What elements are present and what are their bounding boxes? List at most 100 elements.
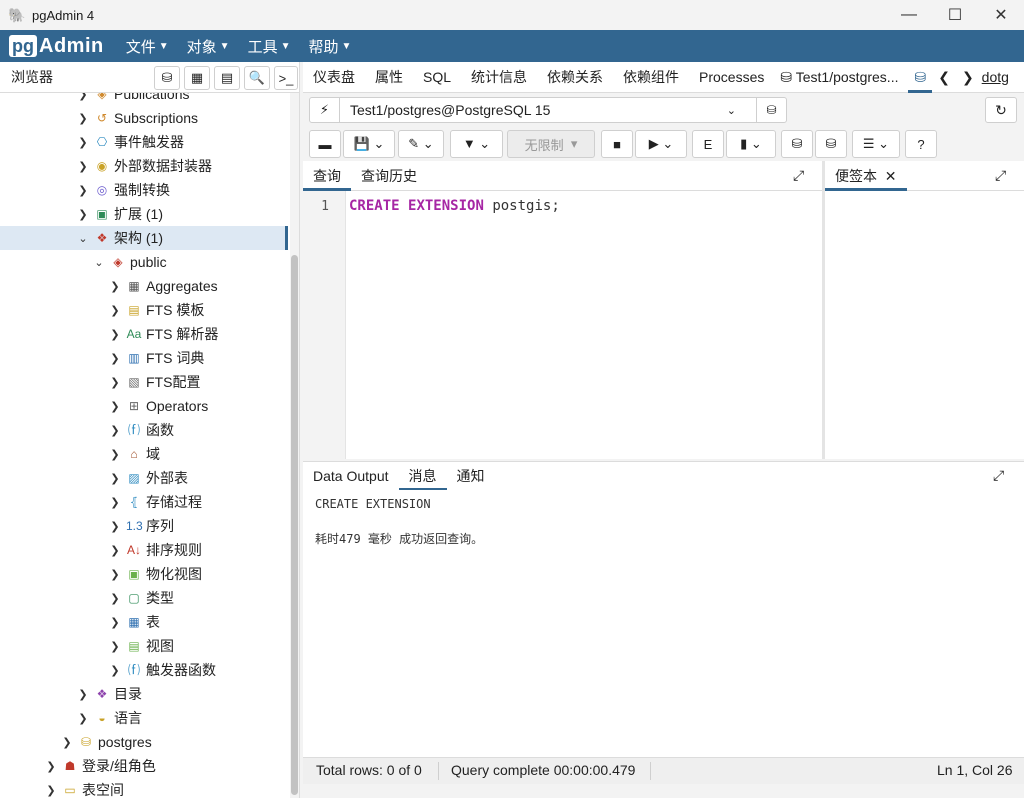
chevron-right-icon[interactable]: ❯ xyxy=(76,184,90,197)
menu-file[interactable]: 文件 ▼ xyxy=(126,36,169,57)
psql-terminal-icon[interactable]: >_ xyxy=(274,66,298,90)
chevron-right-icon[interactable]: ❯ xyxy=(108,520,122,533)
expand-icon[interactable]: ⤢ xyxy=(793,167,804,184)
chevron-right-icon[interactable]: ❯ xyxy=(108,400,122,413)
chevron-right-icon[interactable]: ❯ xyxy=(108,280,122,293)
table-filter-icon[interactable]: ▤ xyxy=(214,66,240,90)
database-icon[interactable]: ⛁ xyxy=(756,98,786,122)
chevron-right-icon[interactable]: ❯ xyxy=(76,136,90,149)
chevron-right-icon[interactable]: ❯ xyxy=(108,472,122,485)
tree-item[interactable]: ❯ ▨ 外部表 xyxy=(0,466,288,490)
tab-query-tool[interactable]: ⛁ Test1/postgres... xyxy=(774,62,908,93)
tab-dependents[interactable]: 依赖组件 xyxy=(613,62,689,93)
chevron-right-icon[interactable]: ❯ xyxy=(76,208,90,221)
macros-icon[interactable]: ☰ ⌄ xyxy=(852,130,900,158)
edit-icon[interactable]: ✎ ⌄ xyxy=(398,130,444,158)
tree-item[interactable]: ❯ ⛁ postgres xyxy=(0,730,288,754)
horizontal-scrollbar[interactable] xyxy=(303,784,1024,798)
chevron-right-icon[interactable]: ❯ xyxy=(76,688,90,701)
tab-statistics[interactable]: 统计信息 xyxy=(461,62,537,93)
maximize-button[interactable]: ☐ xyxy=(932,0,978,30)
tree-item[interactable]: ❯ ↺ Subscriptions xyxy=(0,106,288,130)
chevron-right-icon[interactable]: ❯ xyxy=(108,664,122,677)
search-icon[interactable]: 🔍 xyxy=(244,66,270,90)
close-window-button[interactable]: ✕ xyxy=(978,0,1024,30)
scrollbar-thumb[interactable] xyxy=(291,255,298,795)
save-file-icon[interactable]: 💾 ⌄ xyxy=(343,130,395,158)
tree-item[interactable]: ❯ ▭ 表空间 xyxy=(0,778,288,798)
sql-editor[interactable]: 1 CREATE EXTENSION postgis; xyxy=(303,191,822,459)
tabs-scroll-left-icon[interactable]: ❮ xyxy=(932,62,956,93)
tree-item[interactable]: ❯ A↓ 排序规则 xyxy=(0,538,288,562)
explain-icon[interactable]: E xyxy=(692,130,724,158)
explain-analyze-icon[interactable]: ▮ ⌄ xyxy=(726,130,776,158)
menu-tools[interactable]: 工具 ▼ xyxy=(248,36,291,57)
close-icon[interactable]: ✕ xyxy=(885,168,897,184)
tab-query[interactable]: 查询 xyxy=(303,161,351,191)
scratch-pad[interactable] xyxy=(825,191,1024,459)
tree-item[interactable]: ❯ Aa FTS 解析器 xyxy=(0,322,288,346)
tab-notifications[interactable]: 通知 xyxy=(447,462,495,491)
browser-scrollbar[interactable] xyxy=(290,93,299,798)
tab-dependencies[interactable]: 依赖关系 xyxy=(537,62,613,93)
menu-object[interactable]: 对象 ▼ xyxy=(187,36,230,57)
tab-data-output[interactable]: Data Output xyxy=(303,462,399,491)
tree-item[interactable]: ❯ ▣ 物化视图 xyxy=(0,562,288,586)
tab-sql[interactable]: SQL xyxy=(413,62,461,93)
chevron-right-icon[interactable]: ❯ xyxy=(108,448,122,461)
tree-item[interactable]: ❯ ◈ Publications xyxy=(0,93,288,106)
tree-item[interactable]: ❯ ▢ 类型 xyxy=(0,586,288,610)
tree-item[interactable]: ❯ ❖ 目录 xyxy=(0,682,288,706)
tab-overflow[interactable]: dotg xyxy=(980,62,1011,93)
expand-icon[interactable]: ⤢ xyxy=(993,467,1004,484)
tab-processes[interactable]: Processes xyxy=(689,62,774,93)
tree-item[interactable]: ⌄ ❖ 架构 (1) xyxy=(0,226,288,250)
chevron-right-icon[interactable]: ❯ xyxy=(108,376,122,389)
row-limit-select[interactable]: 无限制 ▾ xyxy=(507,130,595,158)
tab-query-history[interactable]: 查询历史 xyxy=(351,161,427,191)
tree-item[interactable]: ❯ ⊞ Operators xyxy=(0,394,288,418)
tree-item[interactable]: ❯ ⌂ 域 xyxy=(0,442,288,466)
chevron-right-icon[interactable]: ❯ xyxy=(108,592,122,605)
chevron-right-icon[interactable]: ❯ xyxy=(108,544,122,557)
chevron-right-icon[interactable]: ❯ xyxy=(108,304,122,317)
stop-icon[interactable]: ■ xyxy=(601,130,633,158)
chevron-down-icon[interactable]: ⌄ xyxy=(76,232,90,245)
chevron-right-icon[interactable]: ❯ xyxy=(108,496,122,509)
tree-item[interactable]: ❯ ◉ 外部数据封装器 xyxy=(0,154,288,178)
chevron-right-icon[interactable]: ❯ xyxy=(76,712,90,725)
help-icon[interactable]: ? xyxy=(905,130,937,158)
tab-scratch-pad[interactable]: 便签本 ✕ xyxy=(825,161,907,191)
tree-item[interactable]: ❯ ▦ Aggregates xyxy=(0,274,288,298)
filter-icon[interactable]: ▼ ⌄ xyxy=(450,130,503,158)
rollback-icon[interactable]: ⛁ xyxy=(815,130,847,158)
chevron-right-icon[interactable]: ❯ xyxy=(44,760,58,773)
chevron-right-icon[interactable]: ❯ xyxy=(108,616,122,629)
sql-code[interactable]: CREATE EXTENSION postgis; xyxy=(349,198,560,214)
chevron-down-icon[interactable]: ⌄ xyxy=(92,256,106,269)
tree-item[interactable]: ❯ ◎ 强制转换 xyxy=(0,178,288,202)
expand-icon[interactable]: ⤢ xyxy=(995,167,1006,184)
tab-messages[interactable]: 消息 xyxy=(398,462,447,491)
chevron-right-icon[interactable]: ❯ xyxy=(76,93,90,101)
chevron-right-icon[interactable]: ❯ xyxy=(60,736,74,749)
tab-properties[interactable]: 属性 xyxy=(365,62,413,93)
tree-item[interactable]: ❯ ▤ FTS 模板 xyxy=(0,298,288,322)
tab-dashboard[interactable]: 仪表盘 xyxy=(303,62,365,93)
chevron-right-icon[interactable]: ❯ xyxy=(108,568,122,581)
tree-item[interactable]: ❯ ▦ 表 xyxy=(0,610,288,634)
chevron-right-icon[interactable]: ❯ xyxy=(44,784,58,797)
commit-icon[interactable]: ⛁ xyxy=(781,130,813,158)
chevron-right-icon[interactable]: ❯ xyxy=(76,160,90,173)
tree-item[interactable]: ❯ 1.3 序列 xyxy=(0,514,288,538)
tree-item[interactable]: ❯ ⦃ 存储过程 xyxy=(0,490,288,514)
tree-item[interactable]: ❯ ▥ FTS 词典 xyxy=(0,346,288,370)
connection-select[interactable]: ⚡ Test1/postgres@PostgreSQL 15 ⌄ ⛁ xyxy=(309,97,787,123)
tabs-scroll-right-icon[interactable]: ❯ xyxy=(956,62,980,93)
tree-item[interactable]: ❯ ▤ 视图 xyxy=(0,634,288,658)
minimize-button[interactable]: — xyxy=(886,0,932,30)
execute-icon[interactable]: ▶ ⌄ xyxy=(635,130,687,158)
chevron-right-icon[interactable]: ❯ xyxy=(108,640,122,653)
table-grid-icon[interactable]: ▦ xyxy=(184,66,210,90)
menu-help[interactable]: 帮助 ▼ xyxy=(308,36,351,57)
